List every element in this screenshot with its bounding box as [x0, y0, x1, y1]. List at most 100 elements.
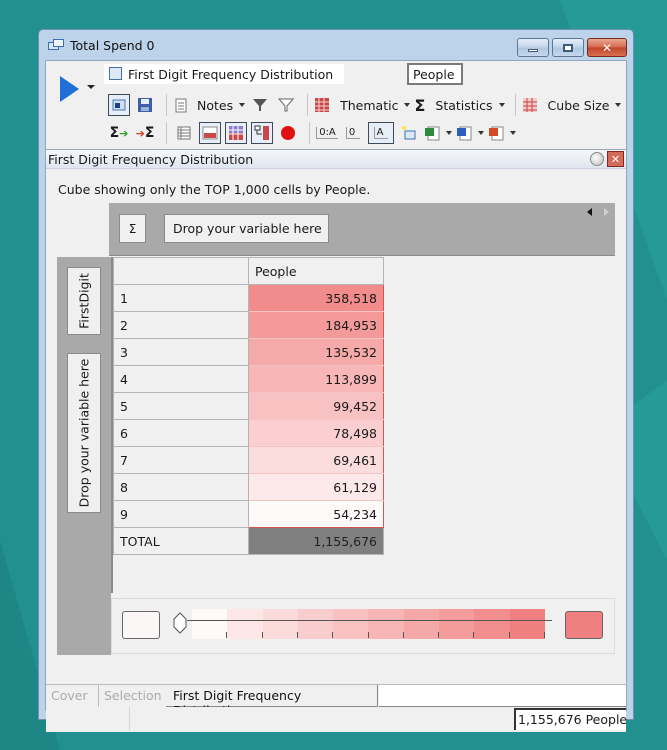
- scale-tick: [438, 632, 440, 638]
- table-row: 4 113,899: [113, 365, 384, 393]
- grid-color-button[interactable]: [225, 122, 247, 144]
- maximize-button[interactable]: [552, 38, 584, 57]
- thematic-button[interactable]: Thematic: [314, 94, 411, 116]
- report-title-field[interactable]: First Digit Frequency Distribution: [104, 64, 344, 84]
- powerpoint-dropdown-icon: [510, 131, 516, 135]
- status-segment: [46, 707, 130, 731]
- statistics-button[interactable]: Σ Statistics: [414, 94, 505, 116]
- value-cell[interactable]: 184,953: [248, 311, 384, 339]
- row-header[interactable]: 4: [113, 365, 249, 393]
- slider-handle[interactable]: [173, 612, 187, 634]
- save-button[interactable]: [134, 94, 156, 116]
- table-view-button[interactable]: [173, 122, 195, 144]
- value-cell[interactable]: 358,518: [248, 284, 384, 312]
- scale-step: [297, 609, 334, 639]
- panel-close-button[interactable]: ✕: [607, 151, 624, 167]
- scale-step: [192, 609, 228, 639]
- scale-tick: [332, 632, 334, 638]
- stop-button[interactable]: [277, 122, 299, 144]
- value-cell[interactable]: 54,234: [248, 500, 384, 528]
- run-dropdown-caret-icon[interactable]: [87, 85, 95, 89]
- format-code-label-button[interactable]: 0:A: [316, 122, 338, 144]
- row-drop-target[interactable]: Drop your variable here: [67, 353, 101, 513]
- client-area: First Digit Frequency Distribution Peopl…: [45, 60, 627, 732]
- close-icon: ✕: [610, 152, 621, 166]
- notes-button[interactable]: Notes: [173, 94, 246, 116]
- tab-first-digit-frequency-distribution[interactable]: First Digit Frequency Distribution: [166, 685, 378, 718]
- hierarchy-icon: [254, 125, 269, 140]
- total-label: TOTAL: [113, 527, 249, 555]
- scale-tick: [296, 632, 298, 638]
- measure-field[interactable]: People: [407, 63, 463, 85]
- scale-tick: [226, 632, 228, 638]
- cube-table: People 1 358,518 2 184,953 3 135,532 4 113,899 5…: [113, 257, 384, 555]
- notes-label: Notes: [197, 97, 234, 113]
- close-icon: ✕: [601, 40, 613, 55]
- add-sum-button[interactable]: Σ➔: [108, 122, 130, 144]
- table-row: 5 99,452: [113, 392, 384, 420]
- lock-view-button[interactable]: [108, 94, 130, 116]
- column-drop-zone[interactable]: Σ Drop your variable here: [109, 203, 615, 256]
- high-color-swatch[interactable]: [565, 611, 603, 639]
- value-cell[interactable]: 78,498: [248, 419, 384, 447]
- format-code-button[interactable]: 0: [342, 122, 364, 144]
- clear-filter-button[interactable]: [275, 94, 297, 116]
- hierarchy-button[interactable]: [251, 122, 273, 144]
- value-cell[interactable]: 99,452: [248, 392, 384, 420]
- scale-step: [333, 609, 369, 639]
- total-value: 1,155,676: [248, 527, 384, 555]
- app-window: Total Spend 0 ✕ First Digit Frequency Di…: [38, 29, 634, 732]
- export-powerpoint-button[interactable]: [488, 122, 516, 144]
- close-button[interactable]: ✕: [587, 38, 627, 57]
- sigma-button[interactable]: Σ: [119, 214, 146, 243]
- title-bar[interactable]: Total Spend 0 ✕: [39, 30, 633, 60]
- column-header-people[interactable]: People: [248, 257, 384, 285]
- value-cell[interactable]: 113,899: [248, 365, 384, 393]
- cube-info-text: Cube showing only the TOP 1,000 cells by…: [58, 182, 371, 197]
- heatmap-button[interactable]: [199, 122, 221, 144]
- row-variable-firstdigit[interactable]: FirstDigit: [67, 267, 101, 335]
- row-header[interactable]: 1: [113, 284, 249, 312]
- row-header[interactable]: 7: [113, 446, 249, 474]
- tab-cover[interactable]: Cover: [51, 685, 88, 707]
- export-word-button[interactable]: [456, 122, 484, 144]
- cube-size-button[interactable]: Cube Size: [522, 94, 622, 116]
- row-header[interactable]: 2: [113, 311, 249, 339]
- column-drop-target[interactable]: Drop your variable here: [164, 214, 329, 243]
- sigma-arrow-right-icon: Σ➔: [109, 125, 129, 141]
- scroll-left-icon[interactable]: [587, 208, 592, 216]
- toolbar-separator: [514, 94, 516, 116]
- row-drop-zone[interactable]: FirstDigit Drop your variable here: [57, 257, 111, 655]
- notes-dropdown-icon: [239, 103, 246, 107]
- row-header[interactable]: 5: [113, 392, 249, 420]
- thematic-dropdown-icon: [404, 103, 411, 107]
- row-header[interactable]: 9: [113, 500, 249, 528]
- scroll-right-icon[interactable]: [604, 208, 609, 216]
- remove-sum-button[interactable]: ➔Σ: [134, 122, 156, 144]
- format-label-button[interactable]: A: [368, 122, 394, 144]
- value-cell[interactable]: 135,532: [248, 338, 384, 366]
- status-total: 1,155,676 People: [514, 708, 627, 730]
- toolbar-separator: [166, 122, 167, 144]
- statistics-label: Statistics: [435, 97, 493, 113]
- row-header[interactable]: 3: [113, 338, 249, 366]
- thematic-grid-icon: [315, 98, 330, 112]
- new-chart-button[interactable]: [398, 122, 420, 144]
- corner-cell: [113, 257, 249, 285]
- filter-button[interactable]: [249, 94, 271, 116]
- value-cell[interactable]: 69,461: [248, 446, 384, 474]
- row-header[interactable]: 6: [113, 419, 249, 447]
- toolbar-separator: [166, 94, 167, 116]
- export-excel-button[interactable]: [424, 122, 452, 144]
- run-play-icon[interactable]: [60, 76, 79, 102]
- row-header[interactable]: 8: [113, 473, 249, 501]
- scale-step: [368, 609, 404, 639]
- table-row: 7 69,461: [113, 446, 384, 474]
- tab-selection[interactable]: Selection: [98, 685, 162, 707]
- filter-icon: [253, 99, 268, 111]
- value-cell[interactable]: 61,129: [248, 473, 384, 501]
- arrow-sigma-icon: ➔Σ: [135, 125, 155, 141]
- pin-icon[interactable]: [590, 152, 604, 166]
- low-color-swatch[interactable]: [122, 611, 160, 639]
- minimize-button[interactable]: [517, 38, 549, 57]
